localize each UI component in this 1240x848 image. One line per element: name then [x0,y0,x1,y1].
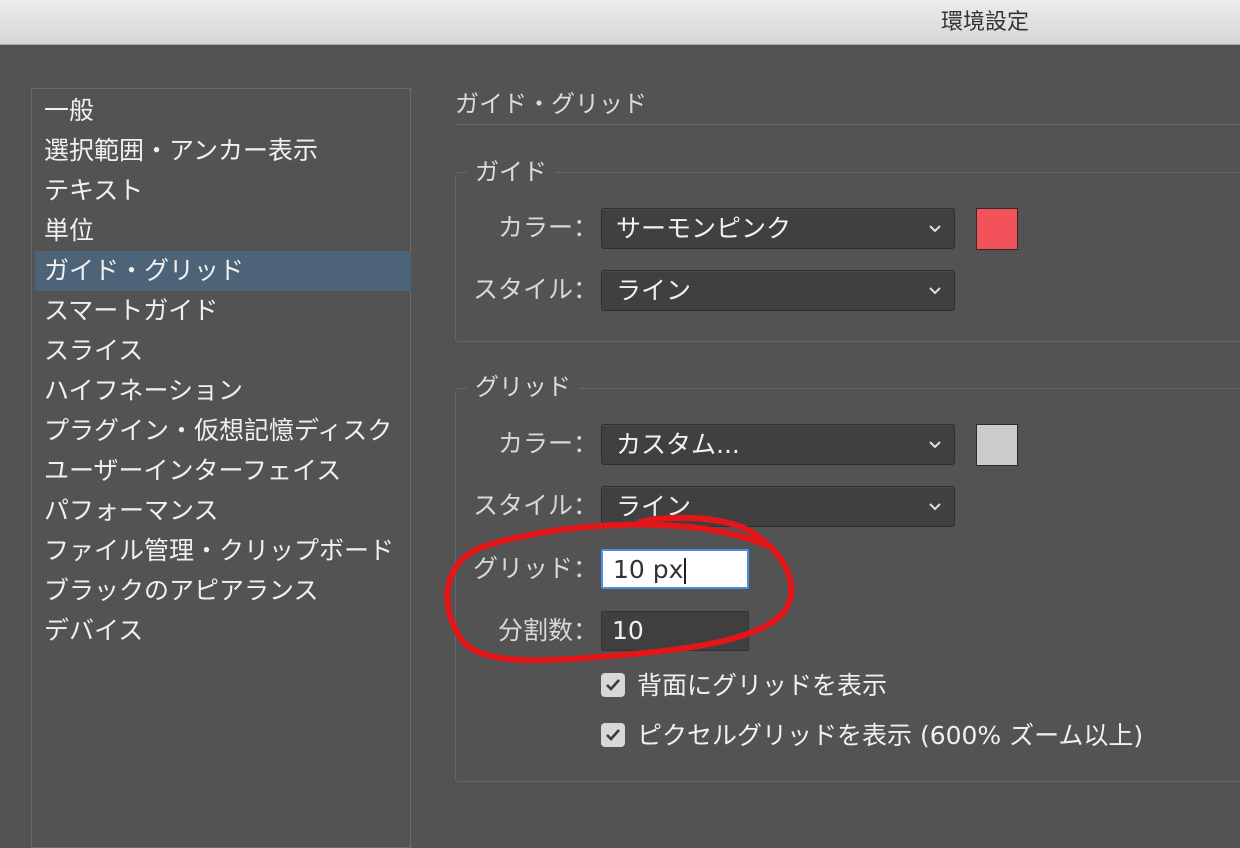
text-caret [684,558,687,584]
sidebar-item-user-interface[interactable]: ユーザーインターフェイス [35,451,411,491]
sidebar-item-hyphenation[interactable]: ハイフネーション [35,371,411,411]
window-titlebar: 環境設定 [0,0,1240,45]
grid-style-value: ライン [616,492,692,521]
gridline-every-label: グリッド： [472,554,598,583]
sidebar-item-smart-guides[interactable]: スマートガイド [35,291,411,331]
sidebar-item-guides-grid[interactable]: ガイド・グリッド [35,251,411,291]
sidebar-item-units[interactable]: 単位 [35,211,411,251]
grid-color-value: カスタム... [616,430,740,459]
sidebar-item-appearance-of-black[interactable]: ブラックのアピアランス [35,571,411,611]
guide-style-value: ライン [616,276,692,305]
grid-color-dropdown[interactable]: カスタム... [601,424,955,465]
grid-group-label: グリッド [467,370,579,404]
window-title: 環境設定 [940,10,1029,35]
grid-color-label: カラー： [497,429,598,458]
chevron-down-icon [929,225,941,233]
title-divider [455,124,1240,125]
pixel-grid-label: ピクセルグリッドを表示 (600% ズーム以上) [637,721,1144,750]
pixel-grid-checkbox[interactable] [601,723,625,747]
sidebar-item-selection-anchor-display[interactable]: 選択範囲・アンカー表示 [35,131,411,171]
chevron-down-icon [929,503,941,511]
sidebar-item-plugins-scratch-disks[interactable]: プラグイン・仮想記憶ディスク [35,411,411,451]
sidebar-item-performance[interactable]: パフォーマンス [35,491,411,531]
sidebar-item-devices[interactable]: デバイス [35,611,411,651]
guide-color-value: サーモンピンク [616,214,792,243]
guide-style-dropdown[interactable]: ライン [601,270,955,311]
guide-color-dropdown[interactable]: サーモンピンク [601,208,955,249]
guides-group-box [455,172,1240,342]
guide-color-label: カラー： [497,213,598,242]
page-title: ガイド・グリッド [455,90,647,118]
gridline-every-input[interactable]: 10 px [601,549,749,589]
grid-style-label: スタイル： [472,491,598,520]
chevron-down-icon [929,441,941,449]
sidebar-item-type[interactable]: テキスト [35,171,411,211]
sidebar-item-file-handling-clipboard[interactable]: ファイル管理・クリップボード [35,531,411,571]
preferences-category-list: 一般 選択範囲・アンカー表示 テキスト 単位 ガイド・グリッド スマートガイド … [31,88,411,848]
subdivisions-input[interactable]: 10 [601,611,749,651]
grids-in-back-checkbox[interactable] [601,673,625,697]
sidebar-item-general[interactable]: 一般 [35,91,411,131]
gridline-every-value: 10 px [613,555,684,584]
grids-in-back-label: 背面にグリッドを表示 [637,671,888,700]
subdivisions-label: 分割数： [497,616,598,645]
guide-color-swatch[interactable] [976,208,1018,250]
checkmark-icon [606,729,620,741]
chevron-down-icon [929,287,941,295]
grid-style-dropdown[interactable]: ライン [601,486,955,527]
guide-style-label: スタイル： [472,275,598,304]
checkmark-icon [606,679,620,691]
sidebar-item-slices[interactable]: スライス [35,331,411,371]
guides-group-label: ガイド [467,155,555,189]
grid-color-swatch[interactable] [976,424,1018,466]
